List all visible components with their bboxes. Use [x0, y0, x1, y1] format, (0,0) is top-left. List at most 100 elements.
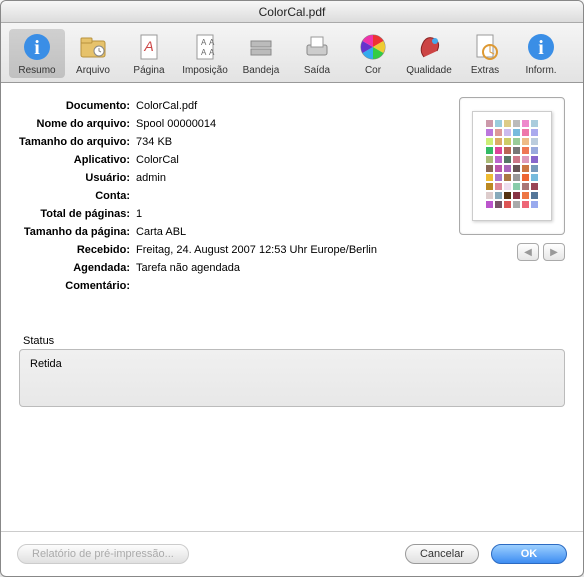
toolbar-item-página[interactable]: A Página: [121, 29, 177, 78]
color-swatch: [504, 183, 511, 190]
info-label: Aplicativo:: [19, 151, 136, 169]
toolbar-item-extras[interactable]: Extras: [457, 29, 513, 78]
toolbar-item-qualidade[interactable]: Qualidade: [401, 29, 457, 78]
info-value: Carta ABL: [136, 223, 377, 241]
color-swatch: [495, 192, 502, 199]
status-value: Retida: [30, 358, 62, 370]
info-row: Agendada:Tarefa não agendada: [19, 259, 377, 277]
color-swatch: [522, 129, 529, 136]
info-row: Usuário:admin: [19, 169, 377, 187]
toolbar-item-label: Cor: [365, 65, 381, 76]
toolbar-item-cor[interactable]: Cor: [345, 29, 401, 78]
color-swatch: [531, 183, 538, 190]
impose-icon: AAAA: [189, 31, 221, 63]
color-swatch: [504, 165, 511, 172]
toolbar-item-bandeja[interactable]: Bandeja: [233, 29, 289, 78]
folder-icon: [77, 31, 109, 63]
color-swatch: [486, 201, 493, 208]
info-label: Documento:: [19, 97, 136, 115]
color-swatch: [513, 120, 520, 127]
info-label: Tamanho da página:: [19, 223, 136, 241]
color-swatch: [531, 147, 538, 154]
status-group: Status Retida: [19, 335, 565, 407]
color-swatch: [531, 120, 538, 127]
prev-page-button[interactable]: ◀: [517, 243, 539, 261]
color-swatch: [486, 138, 493, 145]
info-value: Tarefa não agendada: [136, 259, 377, 277]
info-value: 734 KB: [136, 133, 377, 151]
color-swatch: [522, 165, 529, 172]
color-swatch: [495, 174, 502, 181]
info-value: [136, 187, 377, 205]
svg-text:A: A: [143, 38, 153, 54]
info-label: Recebido:: [19, 241, 136, 259]
color-swatch: [504, 138, 511, 145]
info-row: Recebido:Freitag, 24. August 2007 12:53 …: [19, 241, 377, 259]
color-swatch: [531, 192, 538, 199]
info-value: Freitag, 24. August 2007 12:53 Uhr Europ…: [136, 241, 377, 259]
toolbar-item-label: Qualidade: [406, 65, 452, 76]
color-swatch: [495, 147, 502, 154]
color-swatch: [513, 138, 520, 145]
color-swatch: [531, 174, 538, 181]
toolbar: i Resumo Arquivo A Página AAAAImposição Bandej…: [1, 23, 583, 83]
color-swatch: [504, 201, 511, 208]
color-swatch: [531, 129, 538, 136]
ok-button[interactable]: OK: [491, 544, 567, 564]
tray-icon: [245, 31, 277, 63]
inform-icon: i: [525, 31, 557, 63]
info-row: Comentário:: [19, 277, 377, 295]
color-swatch: [513, 147, 520, 154]
info-row: Tamanho da página:Carta ABL: [19, 223, 377, 241]
color-swatch: [513, 174, 520, 181]
color-swatch: [495, 165, 502, 172]
color-swatch: [495, 156, 502, 163]
color-swatch: [522, 156, 529, 163]
color-swatch: [495, 120, 502, 127]
color-swatch: [522, 120, 529, 127]
color-swatch-grid: [486, 120, 538, 208]
color-swatch: [486, 174, 493, 181]
info-icon: i: [21, 31, 53, 63]
cancel-button[interactable]: Cancelar: [405, 544, 479, 564]
info-value: ColorCal: [136, 151, 377, 169]
svg-text:i: i: [538, 37, 544, 59]
toolbar-item-inform[interactable]: i Inform.: [513, 29, 569, 78]
extras-icon: [469, 31, 501, 63]
color-swatch: [522, 201, 529, 208]
preview-thumbnail: [472, 111, 552, 221]
toolbar-item-label: Página: [133, 65, 164, 76]
color-swatch: [522, 138, 529, 145]
color-swatch: [495, 183, 502, 190]
info-value: admin: [136, 169, 377, 187]
color-swatch: [522, 183, 529, 190]
toolbar-item-label: Resumo: [18, 65, 55, 76]
preview-panel: [459, 97, 565, 235]
toolbar-item-arquivo[interactable]: Arquivo: [65, 29, 121, 78]
color-swatch: [495, 138, 502, 145]
info-value: 1: [136, 205, 377, 223]
color-swatch: [504, 147, 511, 154]
color-swatch: [486, 147, 493, 154]
color-swatch: [531, 138, 538, 145]
toolbar-item-saída[interactable]: Saída: [289, 29, 345, 78]
svg-text:A: A: [209, 38, 215, 47]
info-value: ColorCal.pdf: [136, 97, 377, 115]
color-icon: [357, 31, 389, 63]
info-value: [136, 277, 377, 295]
toolbar-item-imposição[interactable]: AAAAImposição: [177, 29, 233, 78]
color-swatch: [486, 183, 493, 190]
svg-text:A: A: [201, 38, 207, 47]
quality-icon: [413, 31, 445, 63]
color-swatch: [531, 201, 538, 208]
toolbar-item-label: Extras: [471, 65, 499, 76]
report-button[interactable]: Relatório de pré-impressão...: [17, 544, 189, 564]
color-swatch: [486, 165, 493, 172]
toolbar-item-label: Bandeja: [243, 65, 280, 76]
toolbar-item-label: Inform.: [525, 65, 556, 76]
page-icon: A: [133, 31, 165, 63]
next-page-button[interactable]: ▶: [543, 243, 565, 261]
color-swatch: [513, 129, 520, 136]
toolbar-item-label: Arquivo: [76, 65, 110, 76]
toolbar-item-resumo[interactable]: i Resumo: [9, 29, 65, 78]
